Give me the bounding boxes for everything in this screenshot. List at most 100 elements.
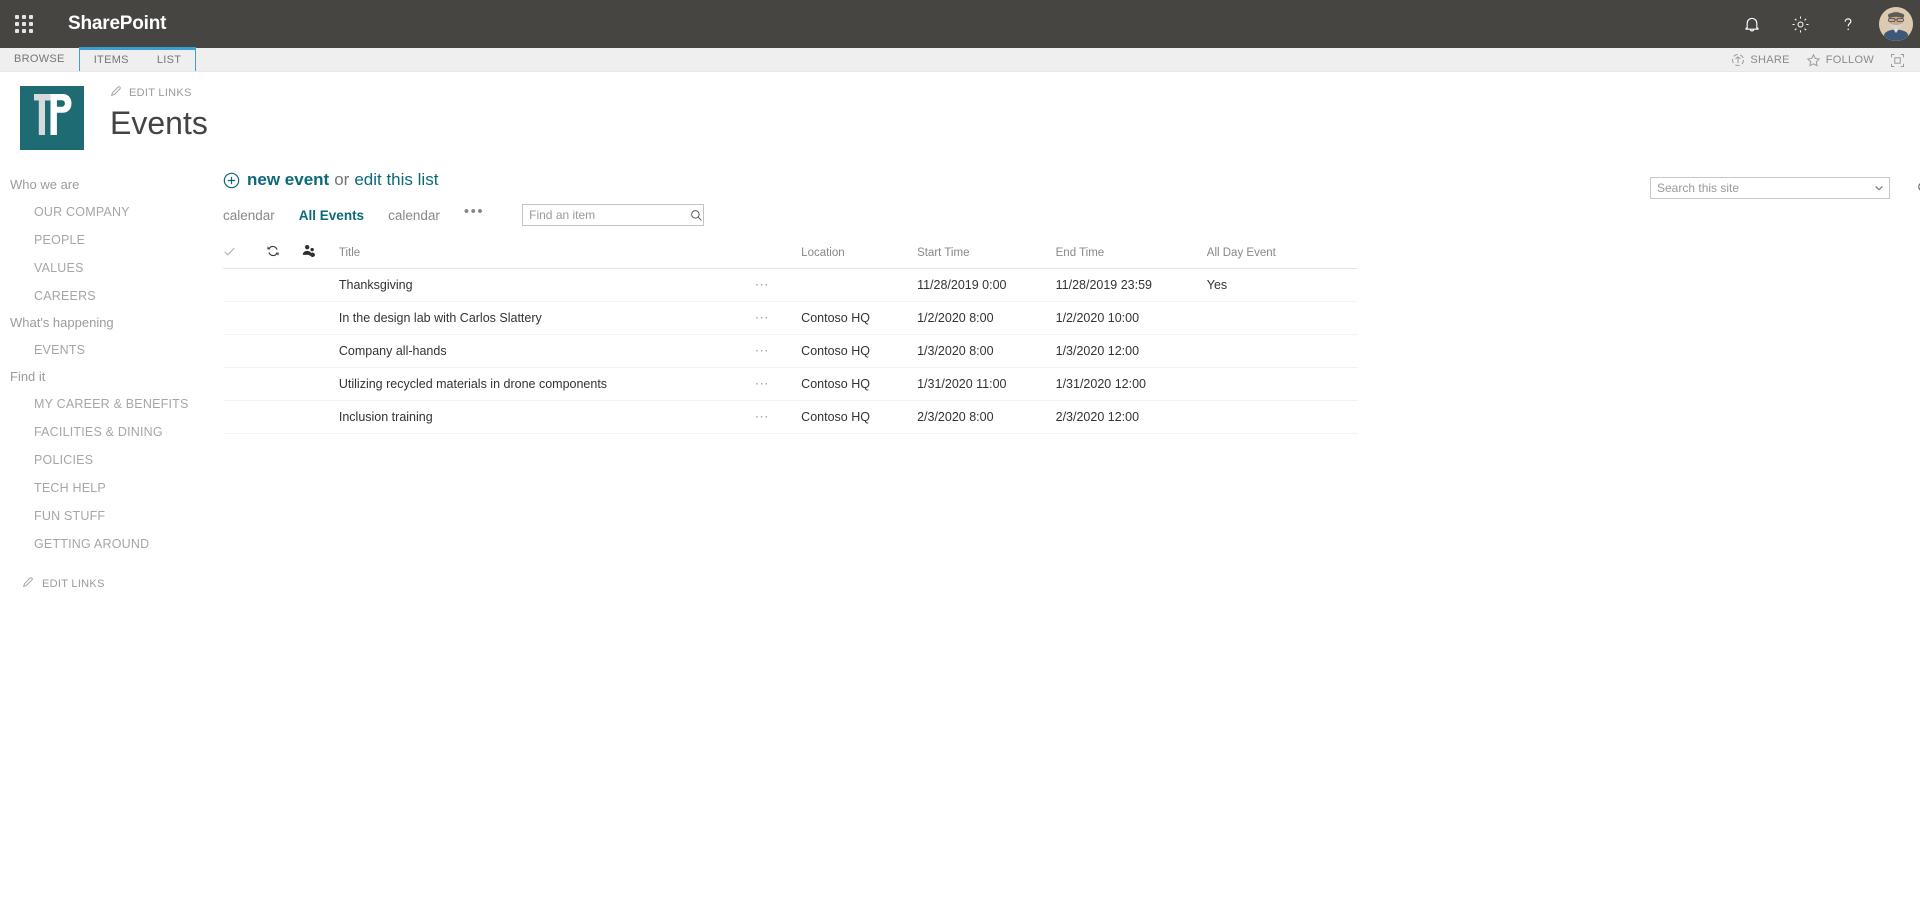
nav-heading-find-it[interactable]: Find it (0, 364, 215, 390)
cell-start-time: 1/31/2020 11:00 (917, 367, 1056, 401)
sidebar-item-policies[interactable]: POLICIES (0, 446, 215, 474)
view-tab-all-events[interactable]: All Events (299, 208, 364, 223)
cell-all-day-event (1206, 301, 1358, 335)
shared-with-people-icon[interactable] (301, 240, 339, 269)
view-tab-calendar-2[interactable]: calendar (388, 208, 440, 223)
row-checkbox[interactable] (223, 400, 266, 434)
cell-end-time: 2/3/2020 12:00 (1055, 400, 1207, 434)
cell-title[interactable]: Thanksgiving (338, 268, 755, 302)
cell-start-time: 1/2/2020 8:00 (917, 301, 1056, 335)
ellipsis-menu-icon[interactable]: ⋯ (754, 400, 802, 434)
ellipsis-menu-icon[interactable]: ⋯ (754, 367, 802, 401)
cell-title[interactable]: In the design lab with Carlos Slattery (338, 301, 755, 335)
sidebar-item-people[interactable]: PEOPLE (0, 226, 215, 254)
ellipsis-menu-icon[interactable]: ⋯ (754, 334, 802, 368)
select-all-check-icon[interactable] (223, 240, 266, 269)
cell-all-day-event: Yes (1206, 268, 1358, 302)
cell-all-day-event (1206, 367, 1358, 401)
sidebar-item-facilities-dining[interactable]: FACILITIES & DINING (0, 418, 215, 446)
tab-browse[interactable]: BROWSE (0, 48, 79, 71)
star-follow-icon (1806, 53, 1821, 68)
search-icon[interactable] (690, 205, 703, 225)
table-header-row: Title Location Start Time End Time All D… (223, 240, 1358, 269)
table-row[interactable]: Utilizing recycled materials in drone co… (223, 367, 1358, 401)
ribbon-tab-bar: BROWSE ITEMS LIST SHARE FOLLOW (0, 47, 1920, 72)
cell-title[interactable]: Inclusion training (338, 400, 755, 434)
ellipsis-menu-icon[interactable]: ⋯ (754, 268, 802, 302)
find-an-item-search[interactable] (522, 204, 705, 226)
site-logo[interactable] (20, 86, 84, 150)
share-label: SHARE (1750, 54, 1790, 66)
edit-links-bottom-button[interactable]: EDIT LINKS (0, 558, 215, 591)
site-search[interactable] (1650, 177, 1890, 199)
search-icon[interactable] (1914, 177, 1920, 199)
sidebar-item-careers[interactable]: CAREERS (0, 282, 215, 310)
edit-this-list-link[interactable]: edit this list (354, 170, 438, 190)
nav-heading-who-we-are[interactable]: Who we are (0, 172, 215, 198)
sync-refresh-icon[interactable] (265, 240, 302, 269)
ellipsis-menu-icon[interactable]: ⋯ (754, 301, 802, 335)
help-question-icon[interactable] (1824, 0, 1872, 48)
plus-circle-icon[interactable] (223, 172, 240, 189)
table-row[interactable]: Inclusion training ⋯ Contoso HQ 2/3/2020… (223, 400, 1358, 434)
app-launcher-icon[interactable] (0, 0, 48, 48)
column-header-title[interactable]: Title (338, 240, 755, 269)
notifications-bell-icon[interactable] (1728, 0, 1776, 48)
sidebar-item-our-company[interactable]: OUR COMPANY (0, 198, 215, 226)
page-title[interactable]: Events (110, 103, 208, 143)
new-event-link[interactable]: new event (247, 170, 329, 190)
events-list-table: Title Location Start Time End Time All D… (223, 240, 1358, 434)
cell-start-time: 2/3/2020 8:00 (917, 400, 1056, 434)
row-attachment-cell (301, 268, 339, 302)
pencil-icon (110, 85, 122, 100)
sidebar-item-events[interactable]: EVENTS (0, 336, 215, 364)
tab-items[interactable]: ITEMS (80, 50, 143, 71)
sidebar-item-tech-help[interactable]: TECH HELP (0, 474, 215, 502)
user-avatar[interactable] (1872, 0, 1920, 48)
share-button[interactable]: SHARE (1724, 48, 1796, 72)
column-header-location[interactable]: Location (801, 240, 918, 269)
tab-list[interactable]: LIST (143, 50, 195, 71)
row-checkbox[interactable] (223, 334, 266, 368)
column-header-end-time[interactable]: End Time (1055, 240, 1207, 269)
find-an-item-input[interactable] (523, 205, 691, 225)
view-tab-calendar-1[interactable]: calendar (223, 208, 275, 223)
row-checkbox[interactable] (223, 268, 266, 302)
cell-location: Contoso HQ (801, 367, 918, 401)
suite-bar-actions (1728, 0, 1920, 48)
settings-gear-icon[interactable] (1776, 0, 1824, 48)
contextual-tab-group: ITEMS LIST (78, 47, 197, 71)
focus-on-content-icon[interactable] (1883, 48, 1912, 72)
avatar-image (1879, 7, 1913, 41)
site-header: EDIT LINKS Events (0, 72, 1920, 199)
table-row[interactable]: Thanksgiving ⋯ 11/28/2019 0:00 11/28/201… (223, 268, 1358, 302)
follow-button[interactable]: FOLLOW (1799, 48, 1881, 72)
row-checkbox[interactable] (223, 301, 266, 335)
row-attachment-cell (301, 334, 339, 368)
table-row[interactable]: In the design lab with Carlos Slattery ⋯… (223, 301, 1358, 335)
sidebar-item-fun-stuff[interactable]: FUN STUFF (0, 502, 215, 530)
cell-title[interactable]: Company all-hands (338, 334, 755, 368)
row-checkbox[interactable] (223, 367, 266, 401)
row-type-cell (265, 301, 302, 335)
sidebar-item-getting-around[interactable]: GETTING AROUND (0, 530, 215, 558)
quick-launch-nav: Who we are OUR COMPANY PEOPLE VALUES CAR… (0, 164, 215, 591)
table-row[interactable]: Company all-hands ⋯ Contoso HQ 1/3/2020 … (223, 334, 1358, 368)
view-more-ellipsis-icon[interactable]: ••• (464, 204, 484, 223)
cell-location: Contoso HQ (801, 334, 918, 368)
column-header-start-time[interactable]: Start Time (917, 240, 1056, 269)
cell-title[interactable]: Utilizing recycled materials in drone co… (338, 367, 755, 401)
table-body: Thanksgiving ⋯ 11/28/2019 0:00 11/28/201… (223, 268, 1358, 434)
sidebar-item-my-career-benefits[interactable]: MY CAREER & BENEFITS (0, 390, 215, 418)
column-header-all-day-event[interactable]: All Day Event (1206, 240, 1358, 269)
nav-heading-whats-happening[interactable]: What's happening (0, 310, 215, 336)
content-area: Who we are OUR COMPANY PEOPLE VALUES CAR… (0, 164, 1920, 591)
chevron-down-icon[interactable] (1869, 178, 1889, 198)
follow-label: FOLLOW (1825, 54, 1874, 66)
sidebar-item-values[interactable]: VALUES (0, 254, 215, 282)
search-input[interactable] (1651, 178, 1869, 198)
app-launcher-grid (15, 15, 33, 33)
edit-links-top-button[interactable]: EDIT LINKS (110, 85, 208, 100)
cell-location: Contoso HQ (801, 301, 918, 335)
sharepoint-brand[interactable]: SharePoint (68, 13, 167, 35)
